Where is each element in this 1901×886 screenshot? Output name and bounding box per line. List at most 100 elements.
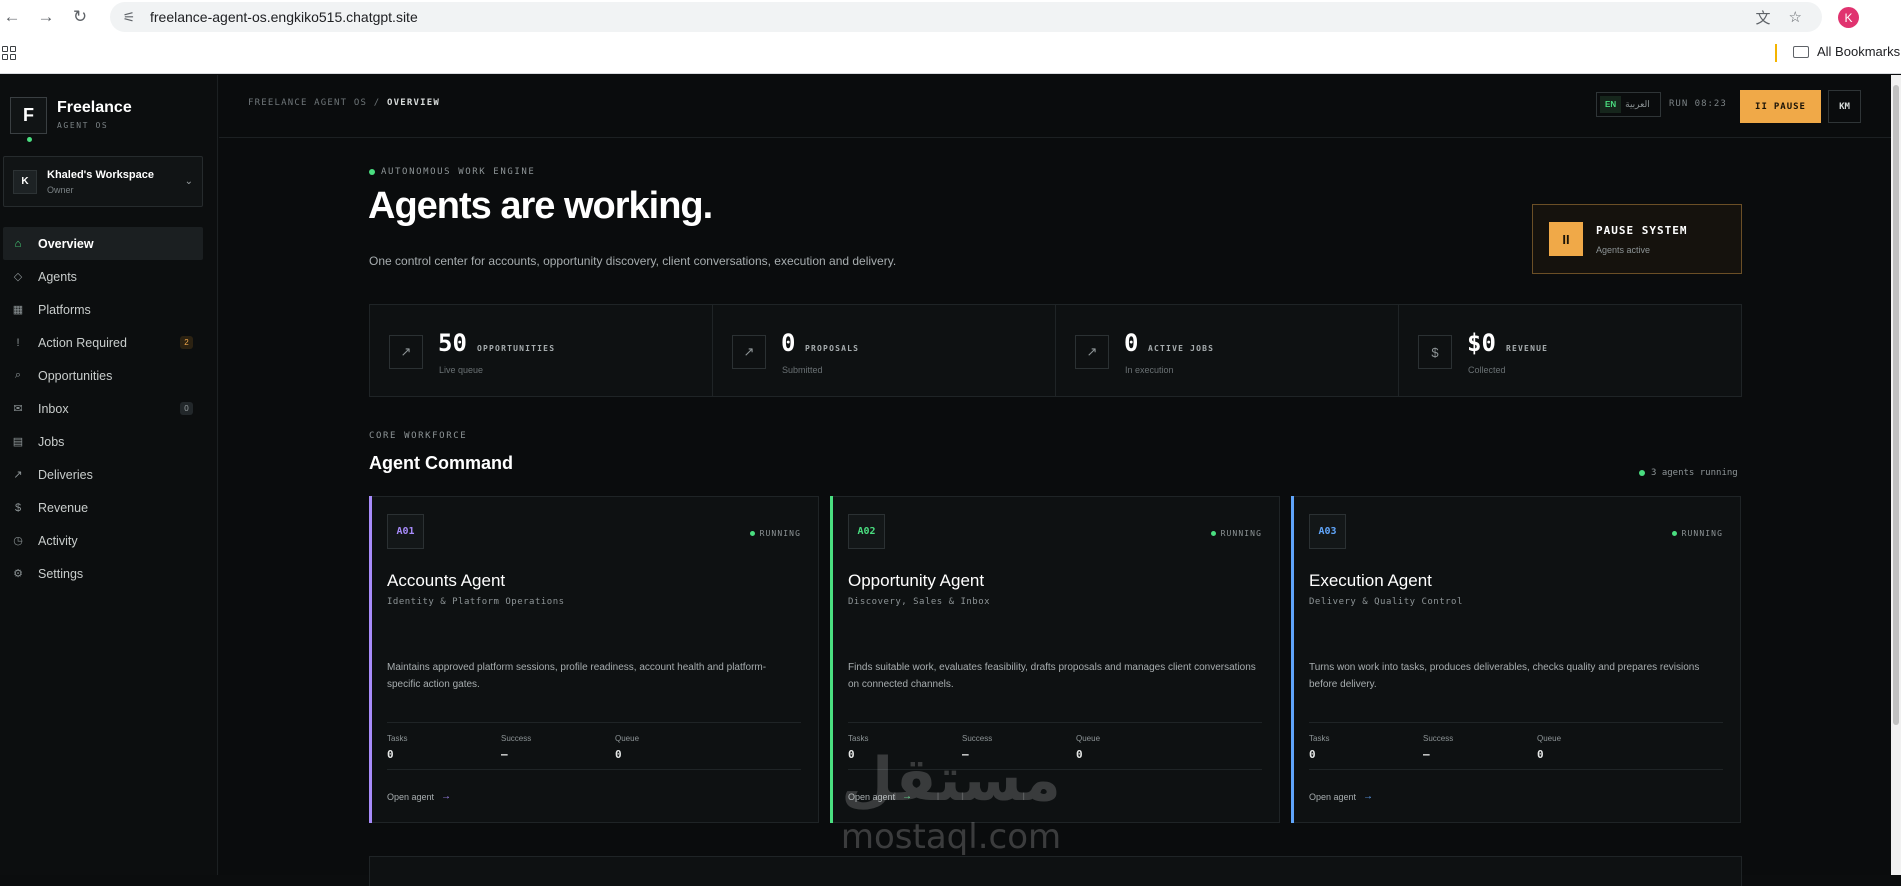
agent-card-a03[interactable]: A03 RUNNING Execution Agent Delivery & Qual…: [1291, 496, 1741, 823]
clock-icon: ◷: [13, 535, 23, 547]
divider: [848, 722, 1262, 723]
agent-card-a01[interactable]: A01 RUNNING Accounts Agent Identity & Platf…: [369, 496, 819, 823]
metric-tasks: Tasks 0: [1309, 734, 1329, 761]
sidebar-item-inbox[interactable]: ✉ Inbox 0: [3, 392, 203, 425]
address-bar[interactable]: ⚟ freelance-agent-os.engkiko515.chatgpt.…: [110, 2, 1822, 32]
sidebar-item-label: Opportunities: [38, 368, 113, 383]
agent-role: Delivery & Quality Control: [1309, 597, 1463, 607]
reload-icon[interactable]: ↻: [68, 5, 92, 29]
sidebar-item-label: Jobs: [38, 434, 65, 449]
status-dot-icon: [369, 169, 375, 175]
workforce-title: Agent Command: [369, 453, 513, 473]
home-icon: ⌂: [14, 237, 22, 250]
sidebar-item-revenue[interactable]: $ Revenue: [3, 491, 203, 524]
site-settings-icon[interactable]: ⚟: [118, 9, 140, 26]
lang-ar-button[interactable]: العربية: [1625, 99, 1650, 110]
send-icon: ↗: [13, 469, 23, 481]
list-icon: ▤: [12, 436, 24, 448]
stat-value: 0: [781, 329, 796, 357]
stat-active-jobs: ↗ 0 ACTIVE JOBS In execution: [1056, 305, 1399, 396]
agent-code-badge: A03: [1309, 514, 1346, 549]
user-menu-button[interactable]: KM: [1828, 90, 1861, 123]
lang-en-button[interactable]: EN: [1600, 96, 1622, 113]
metric-label: Success: [1423, 734, 1454, 743]
translate-icon[interactable]: 文: [1756, 7, 1771, 28]
divider: [387, 722, 801, 723]
agent-status: RUNNING: [749, 529, 801, 538]
page-title: Agents are working.: [368, 185, 713, 227]
sidebar-item-label: Action Required: [38, 335, 127, 350]
brand-logo: F: [10, 97, 47, 142]
agent-role: Identity & Platform Operations: [387, 597, 565, 607]
watermark-arabic: مستقل: [841, 745, 1061, 815]
run-timer: RUN 08:23: [1669, 99, 1727, 109]
sidebar-item-overview[interactable]: ⌂ Overview: [3, 227, 203, 260]
bookmark-star-icon[interactable]: ☆: [1789, 8, 1802, 26]
agents-running-text: 3 agents running: [1651, 468, 1738, 478]
watermark: مستقل mostaql.com: [834, 745, 1068, 865]
breadcrumb-root[interactable]: FREELANCE AGENT OS: [248, 98, 367, 108]
url-text[interactable]: freelance-agent-os.engkiko515.chatgpt.si…: [150, 9, 418, 25]
dollar-icon: $: [1418, 335, 1452, 369]
metric-queue: Queue 0: [615, 734, 639, 761]
scrollbar-thumb[interactable]: [1893, 85, 1899, 725]
agent-status: RUNNING: [1210, 529, 1262, 538]
agent-name: Execution Agent: [1309, 571, 1432, 590]
metric-success: Success —: [501, 734, 531, 761]
sidebar-item-opportunities[interactable]: ⌕ Opportunities: [3, 359, 203, 392]
sidebar-item-agents[interactable]: ◇ Agents: [3, 260, 203, 293]
language-toggle: EN العربية: [1596, 92, 1661, 117]
brand-status-dot: [27, 137, 32, 142]
open-agent-link[interactable]: Open agent →: [1309, 791, 1373, 802]
sidebar-item-label: Settings: [38, 566, 84, 581]
browser-toolbar: ← → ↻ ⚟ freelance-agent-os.engkiko515.ch…: [0, 0, 1901, 34]
stat-caption: In execution: [1125, 365, 1174, 375]
watermark-latin: mostaql.com: [840, 817, 1062, 857]
brand[interactable]: F Freelance AGENT OS: [10, 97, 132, 142]
sidebar-item-platforms[interactable]: ▦ Platforms: [3, 293, 203, 326]
agents-running-count: 3 agents running: [1639, 468, 1738, 478]
agent-description: Finds suitable work, evaluates feasibili…: [848, 662, 1256, 690]
divider: [387, 769, 801, 770]
bookmarks-bar: All Bookmarks: [0, 34, 1901, 74]
metric-value: —: [501, 748, 508, 761]
stat-label: PROPOSALS: [805, 344, 860, 353]
breadcrumb-separator: /: [373, 98, 381, 108]
back-icon[interactable]: ←: [0, 5, 24, 29]
agent-status-text: RUNNING: [1220, 529, 1262, 538]
sidebar-item-label: Deliveries: [38, 467, 93, 482]
workspace-role: Owner: [47, 184, 74, 195]
sidebar-item-activity[interactable]: ◷ Activity: [3, 524, 203, 557]
agent-code-badge: A01: [387, 514, 424, 549]
sidebar-item-action-required[interactable]: ! Action Required 2: [3, 326, 203, 359]
open-agent-link[interactable]: Open agent →: [387, 791, 451, 802]
breadcrumb: FREELANCE AGENT OS / OVERVIEW: [248, 98, 440, 108]
agent-name: Accounts Agent: [387, 571, 506, 590]
stat-value: $0: [1467, 329, 1496, 357]
metric-value: 0: [1309, 748, 1316, 761]
sidebar-item-jobs[interactable]: ▤ Jobs: [3, 425, 203, 458]
stat-proposals: ↗ 0 PROPOSALS Submitted: [713, 305, 1056, 396]
agent-description: Turns won work into tasks, produces deli…: [1309, 662, 1700, 690]
workspace-switcher[interactable]: K Khaled's Workspace Owner ⌄: [3, 156, 203, 207]
stat-caption: Submitted: [782, 365, 823, 375]
stat-revenue: $ $0 REVENUE Collected: [1399, 305, 1741, 396]
metric-label: Tasks: [848, 734, 869, 743]
sidebar-item-settings[interactable]: ⚙ Settings: [3, 557, 203, 590]
page-scrollbar[interactable]: [1891, 75, 1901, 875]
sidebar-item-deliveries[interactable]: ↗ Deliveries: [3, 458, 203, 491]
pause-button[interactable]: II PAUSE: [1740, 90, 1821, 123]
card-accent-bar: [369, 496, 372, 823]
sidebar: F Freelance AGENT OS K Khaled's Workspac…: [0, 75, 218, 875]
stat-opportunities: ↗ 50 OPPORTUNITIES Live queue: [370, 305, 713, 396]
apps-grid-icon[interactable]: [2, 46, 16, 60]
metric-label: Queue: [615, 734, 640, 743]
arrow-right-icon: →: [441, 791, 452, 802]
topbar: FREELANCE AGENT OS / OVERVIEW EN العربية…: [219, 75, 1899, 138]
metric-value: 0: [1076, 748, 1083, 761]
forward-icon[interactable]: →: [34, 5, 58, 29]
profile-avatar[interactable]: K: [1838, 7, 1859, 28]
pause-system-button[interactable]: II PAUSE SYSTEM Agents active: [1532, 204, 1742, 274]
open-agent-label: Open agent: [1309, 791, 1357, 802]
all-bookmarks-button[interactable]: All Bookmarks: [1793, 44, 1900, 59]
